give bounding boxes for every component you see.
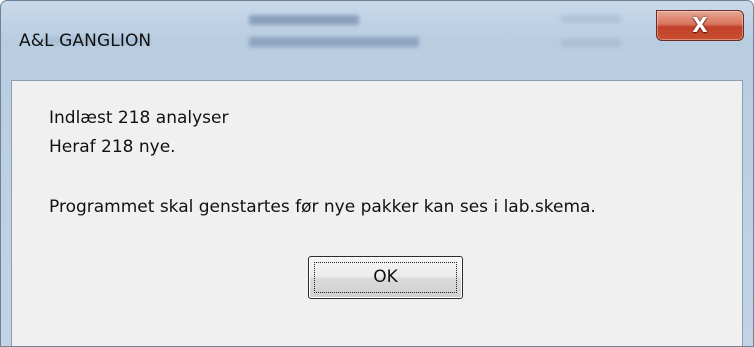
background-window-blur [561, 15, 621, 23]
ok-button[interactable]: OK [308, 256, 463, 299]
background-window-blur [249, 37, 419, 47]
ok-button-label: OK [373, 267, 398, 287]
background-window-blur [561, 39, 621, 47]
close-icon: X [692, 13, 708, 37]
close-button[interactable]: X [656, 10, 744, 41]
message-line-2: Heraf 218 nye. [49, 137, 176, 157]
message-dialog: A&L GANGLION X Indlæst 218 analyser Hera… [0, 0, 754, 347]
window-title: A&L GANGLION [19, 31, 152, 51]
dialog-body: Indlæst 218 analyser Heraf 218 nye. Prog… [11, 80, 743, 346]
message-line-1: Indlæst 218 analyser [49, 108, 229, 128]
message-line-3: Programmet skal genstartes før nye pakke… [49, 197, 596, 217]
background-window-blur [249, 15, 359, 25]
title-bar[interactable]: A&L GANGLION X [1, 1, 753, 79]
